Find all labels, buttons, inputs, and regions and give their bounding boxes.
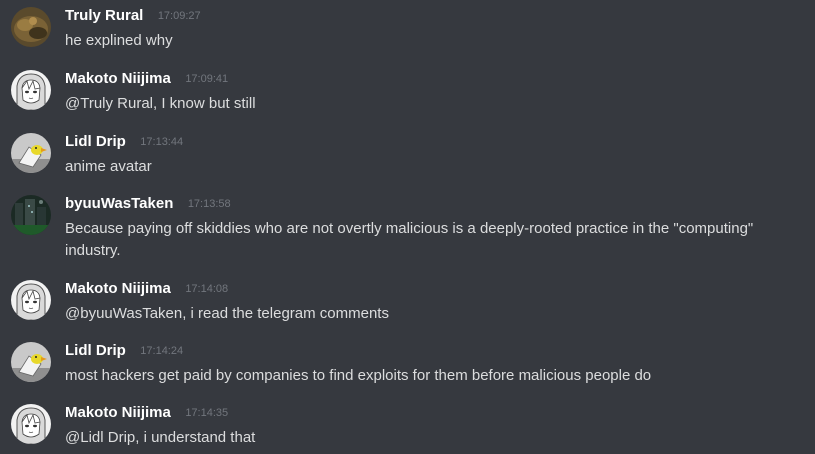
message-author[interactable]: Lidl Drip xyxy=(65,133,126,150)
truly-rural-avatar[interactable] xyxy=(11,7,51,47)
message-timestamp: 17:13:44 xyxy=(140,136,184,148)
anime-girl-avatar[interactable] xyxy=(11,404,51,444)
message-text: @byuuWasTaken, i read the telegram comme… xyxy=(65,305,389,322)
duck-avatar[interactable] xyxy=(11,342,51,382)
message-timestamp: 17:14:08 xyxy=(185,283,229,295)
chat-messages: Truly Rural 17:09:27 he explined why Mak… xyxy=(0,0,815,454)
message-text: Because paying off skiddies who are not … xyxy=(65,220,754,259)
city-avatar[interactable] xyxy=(11,195,51,235)
message-text: @Truly Rural, I know but still xyxy=(65,95,256,112)
message-author[interactable]: Makoto Niijima xyxy=(65,404,171,421)
anime-girl-avatar[interactable] xyxy=(11,280,51,320)
message-text: anime avatar xyxy=(65,158,152,175)
message-author[interactable]: Makoto Niijima xyxy=(65,280,171,297)
message-text: @Lidl Drip, i understand that xyxy=(65,429,256,446)
message-timestamp: 17:14:35 xyxy=(185,407,229,419)
message-timestamp: 17:13:58 xyxy=(187,198,231,210)
message-author[interactable]: Makoto Niijima xyxy=(65,70,171,87)
message-text: most hackers get paid by companies to fi… xyxy=(65,367,652,384)
anime-girl-avatar[interactable] xyxy=(11,70,51,110)
message-author[interactable]: Lidl Drip xyxy=(65,342,126,359)
message-timestamp: 17:14:24 xyxy=(140,345,184,357)
message-timestamp: 17:09:41 xyxy=(185,73,229,85)
message-text: he explined why xyxy=(65,32,173,49)
message-timestamp: 17:09:27 xyxy=(157,10,201,22)
message-author[interactable]: Truly Rural xyxy=(65,7,143,24)
duck-avatar[interactable] xyxy=(11,133,51,173)
message-author[interactable]: byuuWasTaken xyxy=(65,195,173,212)
